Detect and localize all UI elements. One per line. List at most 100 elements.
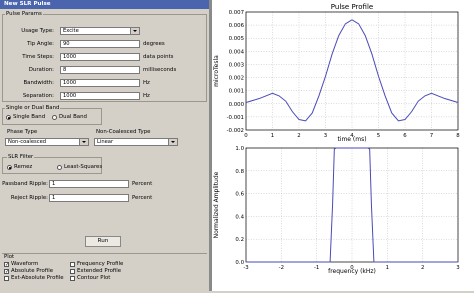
- duration-label: Duration:: [28, 67, 54, 73]
- y-tick-label: -0.001: [227, 115, 244, 121]
- x-tick-label: 1: [271, 133, 274, 139]
- y-axis-label: microTesla: [213, 55, 220, 87]
- x-tick-label: 1: [386, 265, 389, 271]
- usage-type-value: Excite: [63, 28, 79, 34]
- y-tick-label: 0.4: [235, 214, 244, 220]
- chart-title: Pulse Profile: [331, 3, 373, 11]
- extended-profile-label: Extended Profile: [77, 268, 122, 274]
- y-tick-label: 0.005: [229, 36, 244, 42]
- plot-area: 0 1 2 3 4 5 6 7 8 -0.002 -0.001 0.000 0.001 0.002 0.00…: [212, 0, 474, 291]
- phase-type-label: Phase Type: [7, 129, 38, 135]
- y-tick-label: 0.8: [235, 169, 244, 175]
- plot-group-label: Plot: [4, 254, 15, 260]
- chevron-down-icon: [130, 28, 139, 34]
- y-tick-label: 0.000: [229, 102, 245, 108]
- x-tick-label: 8: [456, 133, 460, 139]
- time-steps-label: Time Steps:: [22, 54, 54, 60]
- phase-type-select[interactable]: Non-coalesced: [5, 138, 89, 146]
- usage-type-label: Usage Type:: [21, 28, 54, 34]
- bandwidth-field[interactable]: 1000: [60, 79, 140, 87]
- tip-angle-field[interactable]: 90: [60, 40, 140, 48]
- reject-ripple-unit: Percent: [132, 195, 153, 201]
- absolute-profile-checkbox[interactable]: ✓: [4, 269, 9, 275]
- usage-type-select[interactable]: Excite: [60, 27, 140, 35]
- y-tick-label: 0.0: [235, 260, 244, 266]
- y-tick-label: 0.003: [229, 62, 244, 68]
- x-tick-label: 0: [244, 133, 248, 139]
- run-button[interactable]: Run: [85, 236, 121, 247]
- series-line: [246, 147, 458, 263]
- x-tick-label: -3: [243, 265, 248, 271]
- non-coalesced-type-value: Linear: [97, 139, 114, 145]
- duration-field[interactable]: 8: [60, 66, 140, 74]
- time-steps-unit: data points: [143, 54, 174, 60]
- panel-titlebar: New SLR Pulse: [0, 0, 209, 9]
- separation-label: Separation:: [22, 93, 54, 99]
- plot-separator: [2, 253, 207, 254]
- y-tick-label: -0.002: [227, 128, 244, 134]
- phase-type-value: Non-coalesced: [8, 139, 47, 145]
- duration-unit: milliseconds: [143, 67, 177, 73]
- y-tick-label: 0.006: [229, 23, 245, 29]
- reject-ripple-label: Reject Ripple:: [10, 195, 48, 201]
- slr-filter-label: SLR Filter: [7, 154, 35, 160]
- frequency-profile-checkbox[interactable]: [70, 262, 75, 267]
- tip-angle-label: Tip Angle:: [27, 41, 54, 47]
- y-tick-label: 0.002: [229, 76, 244, 82]
- bandwidth-label: Bandwidth:: [23, 80, 54, 86]
- contour-plot-label: Contour Plot: [77, 275, 111, 281]
- contour-plot-checkbox[interactable]: [70, 276, 75, 281]
- non-coalesced-type-label: Non-Coalesced Type: [96, 129, 151, 135]
- x-tick-label: 5: [377, 133, 380, 139]
- y-tick-label: 1.0: [235, 146, 244, 152]
- least-squares-radio[interactable]: [57, 165, 62, 170]
- separation-unit: Hz: [143, 93, 150, 99]
- bandwidth-unit: Hz: [143, 80, 150, 86]
- time-steps-field[interactable]: 1000: [60, 53, 140, 61]
- single-band-label: Single Band: [13, 114, 46, 120]
- absolute-profile-label: Absolute Profile: [11, 268, 54, 274]
- waveform-label: Waveform: [11, 261, 39, 267]
- plot-frame: [245, 147, 459, 263]
- tip-angle-unit: degrees: [143, 41, 165, 47]
- x-tick-label: 2: [297, 133, 300, 139]
- ext-absolute-profile-checkbox[interactable]: [4, 276, 9, 281]
- remez-radio[interactable]: [7, 165, 12, 170]
- extended-profile-checkbox[interactable]: [70, 269, 75, 274]
- y-axis-label: Normalized Amplitude: [213, 171, 220, 238]
- chevron-down-icon: [168, 139, 177, 145]
- y-tick-label: 0.007: [229, 10, 244, 16]
- non-coalesced-type-select[interactable]: Linear: [94, 138, 178, 146]
- y-tick-label: 0.2: [235, 237, 244, 243]
- dual-band-label: Dual Band: [59, 114, 87, 120]
- pulse-settings-panel: New SLR Pulse Pulse Params Usage Type: E…: [0, 0, 209, 291]
- dual-band-radio[interactable]: [52, 115, 57, 120]
- x-tick-label: -2: [279, 265, 284, 271]
- ext-absolute-profile-label: Ext-Absolute Profile: [11, 275, 64, 281]
- y-tick-label: 0.004: [229, 49, 245, 55]
- band-group-label: Single or Dual Band: [5, 105, 61, 111]
- x-tick-label: -1: [314, 265, 319, 271]
- x-tick-label: 7: [430, 133, 433, 139]
- passband-ripple-field[interactable]: 1: [49, 180, 129, 188]
- single-band-radio[interactable]: [6, 115, 11, 120]
- x-tick-label: 6: [403, 133, 407, 139]
- passband-ripple-unit: Percent: [132, 181, 153, 187]
- y-tick-label: 0.001: [229, 89, 244, 95]
- reject-ripple-field[interactable]: 1: [49, 194, 129, 202]
- x-tick-label: 3: [456, 265, 459, 271]
- panel-title: New SLR Pulse: [4, 1, 51, 7]
- plots-svg: 0 1 2 3 4 5 6 7 8-0.002-0.0010.0000.0010.0020.00…: [213, 3, 460, 275]
- separation-field[interactable]: 1000: [60, 92, 140, 100]
- least-squares-label: Least-Squares: [64, 164, 103, 170]
- pulse-params-label: Pulse Params: [5, 11, 43, 17]
- x-tick-label: 2: [421, 265, 424, 271]
- x-axis-label: time (ms): [337, 136, 366, 143]
- y-tick-label: 0.6: [235, 192, 244, 198]
- x-tick-label: 3: [324, 133, 327, 139]
- frequency-profile-label: Frequency Profile: [77, 261, 124, 267]
- waveform-checkbox[interactable]: ✓: [4, 262, 9, 268]
- x-axis-label: frequency (kHz): [328, 268, 376, 275]
- chevron-down-icon: [79, 139, 88, 145]
- passband-ripple-label: Passband Ripple:: [2, 181, 48, 187]
